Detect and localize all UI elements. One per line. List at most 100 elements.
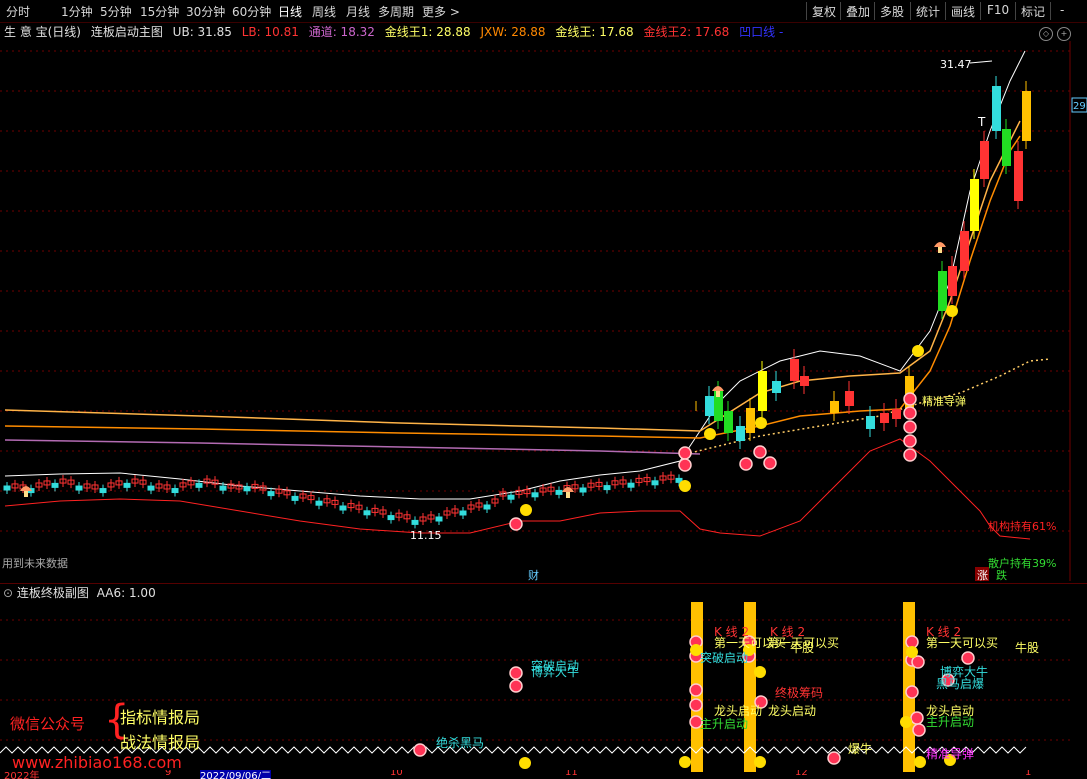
red-ball-icon <box>678 446 692 460</box>
candle-body <box>866 416 875 429</box>
candle-body <box>459 510 467 516</box>
signal-label: 龙头启动 <box>768 704 816 718</box>
ub-value: UB: 31.85 <box>172 25 232 39</box>
toolbar-divider <box>910 2 911 20</box>
period-tab-monthly[interactable]: 月线 <box>346 3 370 20</box>
stock-title: 生 意 宝(日线) <box>4 25 81 39</box>
smiley-icon <box>906 646 918 658</box>
signal-label: 主升启动 <box>700 717 748 731</box>
signal-label: K 线 2 <box>714 625 749 639</box>
candle-body <box>1022 91 1031 141</box>
date-label: 11 <box>565 770 578 778</box>
period-tab-5min[interactable]: 5分钟 <box>100 3 132 20</box>
period-tab-more[interactable]: 更多 > <box>422 3 460 20</box>
candlesticks <box>3 76 1031 529</box>
stats-button[interactable]: 统计 <box>916 3 940 20</box>
jxw1-value: 金线王1: 28.88 <box>384 25 471 39</box>
period-toolbar: 分时 1分钟 5分钟 15分钟 30分钟 60分钟 日线 周线 月线 多周期 更… <box>0 0 1087 23</box>
toolbar-divider <box>840 2 841 20</box>
finance-badge[interactable]: 财 <box>528 568 539 581</box>
candle-body <box>267 491 275 497</box>
candle-body <box>123 482 131 488</box>
channel-upper-line <box>4 50 1026 500</box>
candle-body <box>705 396 714 416</box>
period-tab-weekly[interactable]: 周线 <box>312 3 336 20</box>
red-ball-icon <box>509 679 523 693</box>
candle-body <box>724 411 733 433</box>
period-tab-daily[interactable]: 日线 <box>278 3 302 20</box>
watermark-line2: 战法情报局 <box>120 733 201 752</box>
red-ball-icon <box>903 406 917 420</box>
smiley-icon <box>519 757 531 769</box>
overlay-button[interactable]: 叠加 <box>846 3 870 20</box>
minimize-button[interactable]: - <box>1060 3 1064 17</box>
fuquan-button[interactable]: 复权 <box>812 3 836 20</box>
smiley-icon <box>520 504 532 516</box>
zhang-badge[interactable]: 涨 <box>977 569 988 581</box>
sub-indicator-name[interactable]: 连板终极副图 <box>17 586 89 600</box>
institution-hold-label: 机构持有61% <box>988 519 1056 533</box>
period-tab-multi[interactable]: 多周期 <box>378 3 414 20</box>
toolbar-divider <box>980 2 981 20</box>
draw-line-button[interactable]: 画线 <box>951 3 975 20</box>
red-ball-icon <box>689 683 703 697</box>
date-label: 9 <box>165 770 172 778</box>
signal-label: 突破启动 <box>700 650 748 665</box>
period-tab-30min[interactable]: 30分钟 <box>186 3 225 20</box>
red-ball-icon <box>905 685 919 699</box>
candle-body <box>3 485 11 491</box>
period-tab-1min[interactable]: 1分钟 <box>61 3 93 20</box>
date-label: 1 <box>1025 770 1032 778</box>
low-price-label: 11.15 <box>410 529 442 542</box>
smiley-icon <box>900 716 912 728</box>
period-tab-60min[interactable]: 60分钟 <box>232 3 271 20</box>
f10-button[interactable]: F10 <box>987 3 1009 17</box>
candle-body <box>830 401 839 413</box>
future-data-note: 用到未来数据 <box>2 556 68 570</box>
red-ball-icon <box>961 651 975 665</box>
smiley-icon <box>679 480 691 492</box>
multi-stock-button[interactable]: 多股 <box>880 3 904 20</box>
mark-button[interactable]: 标记 <box>1021 3 1045 20</box>
kline-chart[interactable]: 31.47 11.15 T 精准导弹 机构持有61% 散户持有39% 用到未来数… <box>0 41 1087 581</box>
red-ball-icon <box>739 457 753 471</box>
smiley-icon <box>704 428 716 440</box>
collapse-icon[interactable]: ⊙ <box>3 586 13 600</box>
smiley-icon <box>679 756 691 768</box>
signal-icons <box>20 242 958 531</box>
settings-circle-icon[interactable]: ◇ <box>1039 27 1053 41</box>
date-label: 10 <box>390 770 403 778</box>
red-ball-icon <box>678 458 692 472</box>
period-tab-15min[interactable]: 15分钟 <box>140 3 179 20</box>
toolbar-divider <box>806 2 807 20</box>
red-ball-icon <box>903 448 917 462</box>
red-ball-icon <box>689 698 703 712</box>
jxw2-value: 金线王2: 17.68 <box>643 25 730 39</box>
die-badge[interactable]: 跌 <box>996 568 1007 581</box>
red-ball-icon <box>911 655 925 669</box>
tongdao-value: 通道: 18.32 <box>308 25 375 39</box>
candle-body <box>507 494 515 500</box>
mushroom-icon <box>20 486 32 491</box>
period-tab-fenshi[interactable]: 分时 <box>6 3 30 20</box>
signal-label: 精准导弹 <box>926 747 974 761</box>
candle-body <box>880 413 889 423</box>
aa6-value: AA6: 1.00 <box>96 586 156 600</box>
candle-body <box>992 86 1001 131</box>
candle-body <box>980 141 989 179</box>
high-pointer <box>969 60 993 64</box>
candle-body <box>960 231 969 271</box>
mushroom-stem <box>24 491 28 497</box>
candle-body <box>772 381 781 393</box>
candle-body <box>948 266 957 296</box>
add-circle-icon[interactable]: + <box>1057 27 1071 41</box>
main-indicator-name[interactable]: 连板启动主图 <box>91 25 163 39</box>
retail-hold-label: 散户持有39% <box>988 556 1056 570</box>
signal-label: 黑马启爆 <box>936 677 984 691</box>
candle-body <box>435 516 443 522</box>
candle-body <box>627 482 635 488</box>
candle-body <box>339 505 347 511</box>
candle-body <box>1002 129 1011 166</box>
gold-line-yellow <box>4 120 1021 432</box>
red-ball-icon <box>827 751 841 765</box>
